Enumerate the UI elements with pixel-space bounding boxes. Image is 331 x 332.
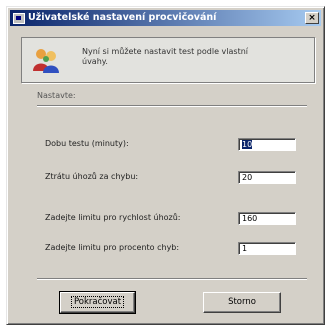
speed-limit-label: Zadejte limitu pro rychlost úhozů: <box>45 213 181 222</box>
close-button[interactable]: × <box>305 12 319 24</box>
error-limit-input[interactable]: 1 <box>238 242 296 255</box>
info-text: Nyní si můžete nastavit test podle vlast… <box>82 47 248 66</box>
continue-button[interactable]: Pokračovat <box>59 291 136 314</box>
app-icon <box>13 13 25 24</box>
penalty-label: Ztrátu úhozů za chybu: <box>45 172 139 181</box>
cancel-button[interactable]: Storno <box>203 292 281 313</box>
error-limit-label: Zadejte limitu pro procento chyb: <box>45 243 180 252</box>
penalty-input[interactable]: 20 <box>238 171 296 184</box>
speed-limit-input[interactable]: 160 <box>238 212 296 225</box>
separator <box>37 278 307 279</box>
people-icon <box>33 49 59 73</box>
separator <box>37 105 307 106</box>
window-title: Uživatelské nastavení procvičování <box>28 12 217 23</box>
title-bar[interactable]: Uživatelské nastavení procvičování × <box>10 10 321 26</box>
test-duration-input[interactable]: 10 <box>238 138 296 151</box>
settings-heading: Nastavte: <box>37 91 76 100</box>
info-panel: Nyní si můžete nastavit test podle vlast… <box>21 37 315 83</box>
settings-dialog: Uživatelské nastavení procvičování × Nyn… <box>6 6 325 325</box>
test-duration-label: Dobu testu (minuty): <box>45 139 129 148</box>
